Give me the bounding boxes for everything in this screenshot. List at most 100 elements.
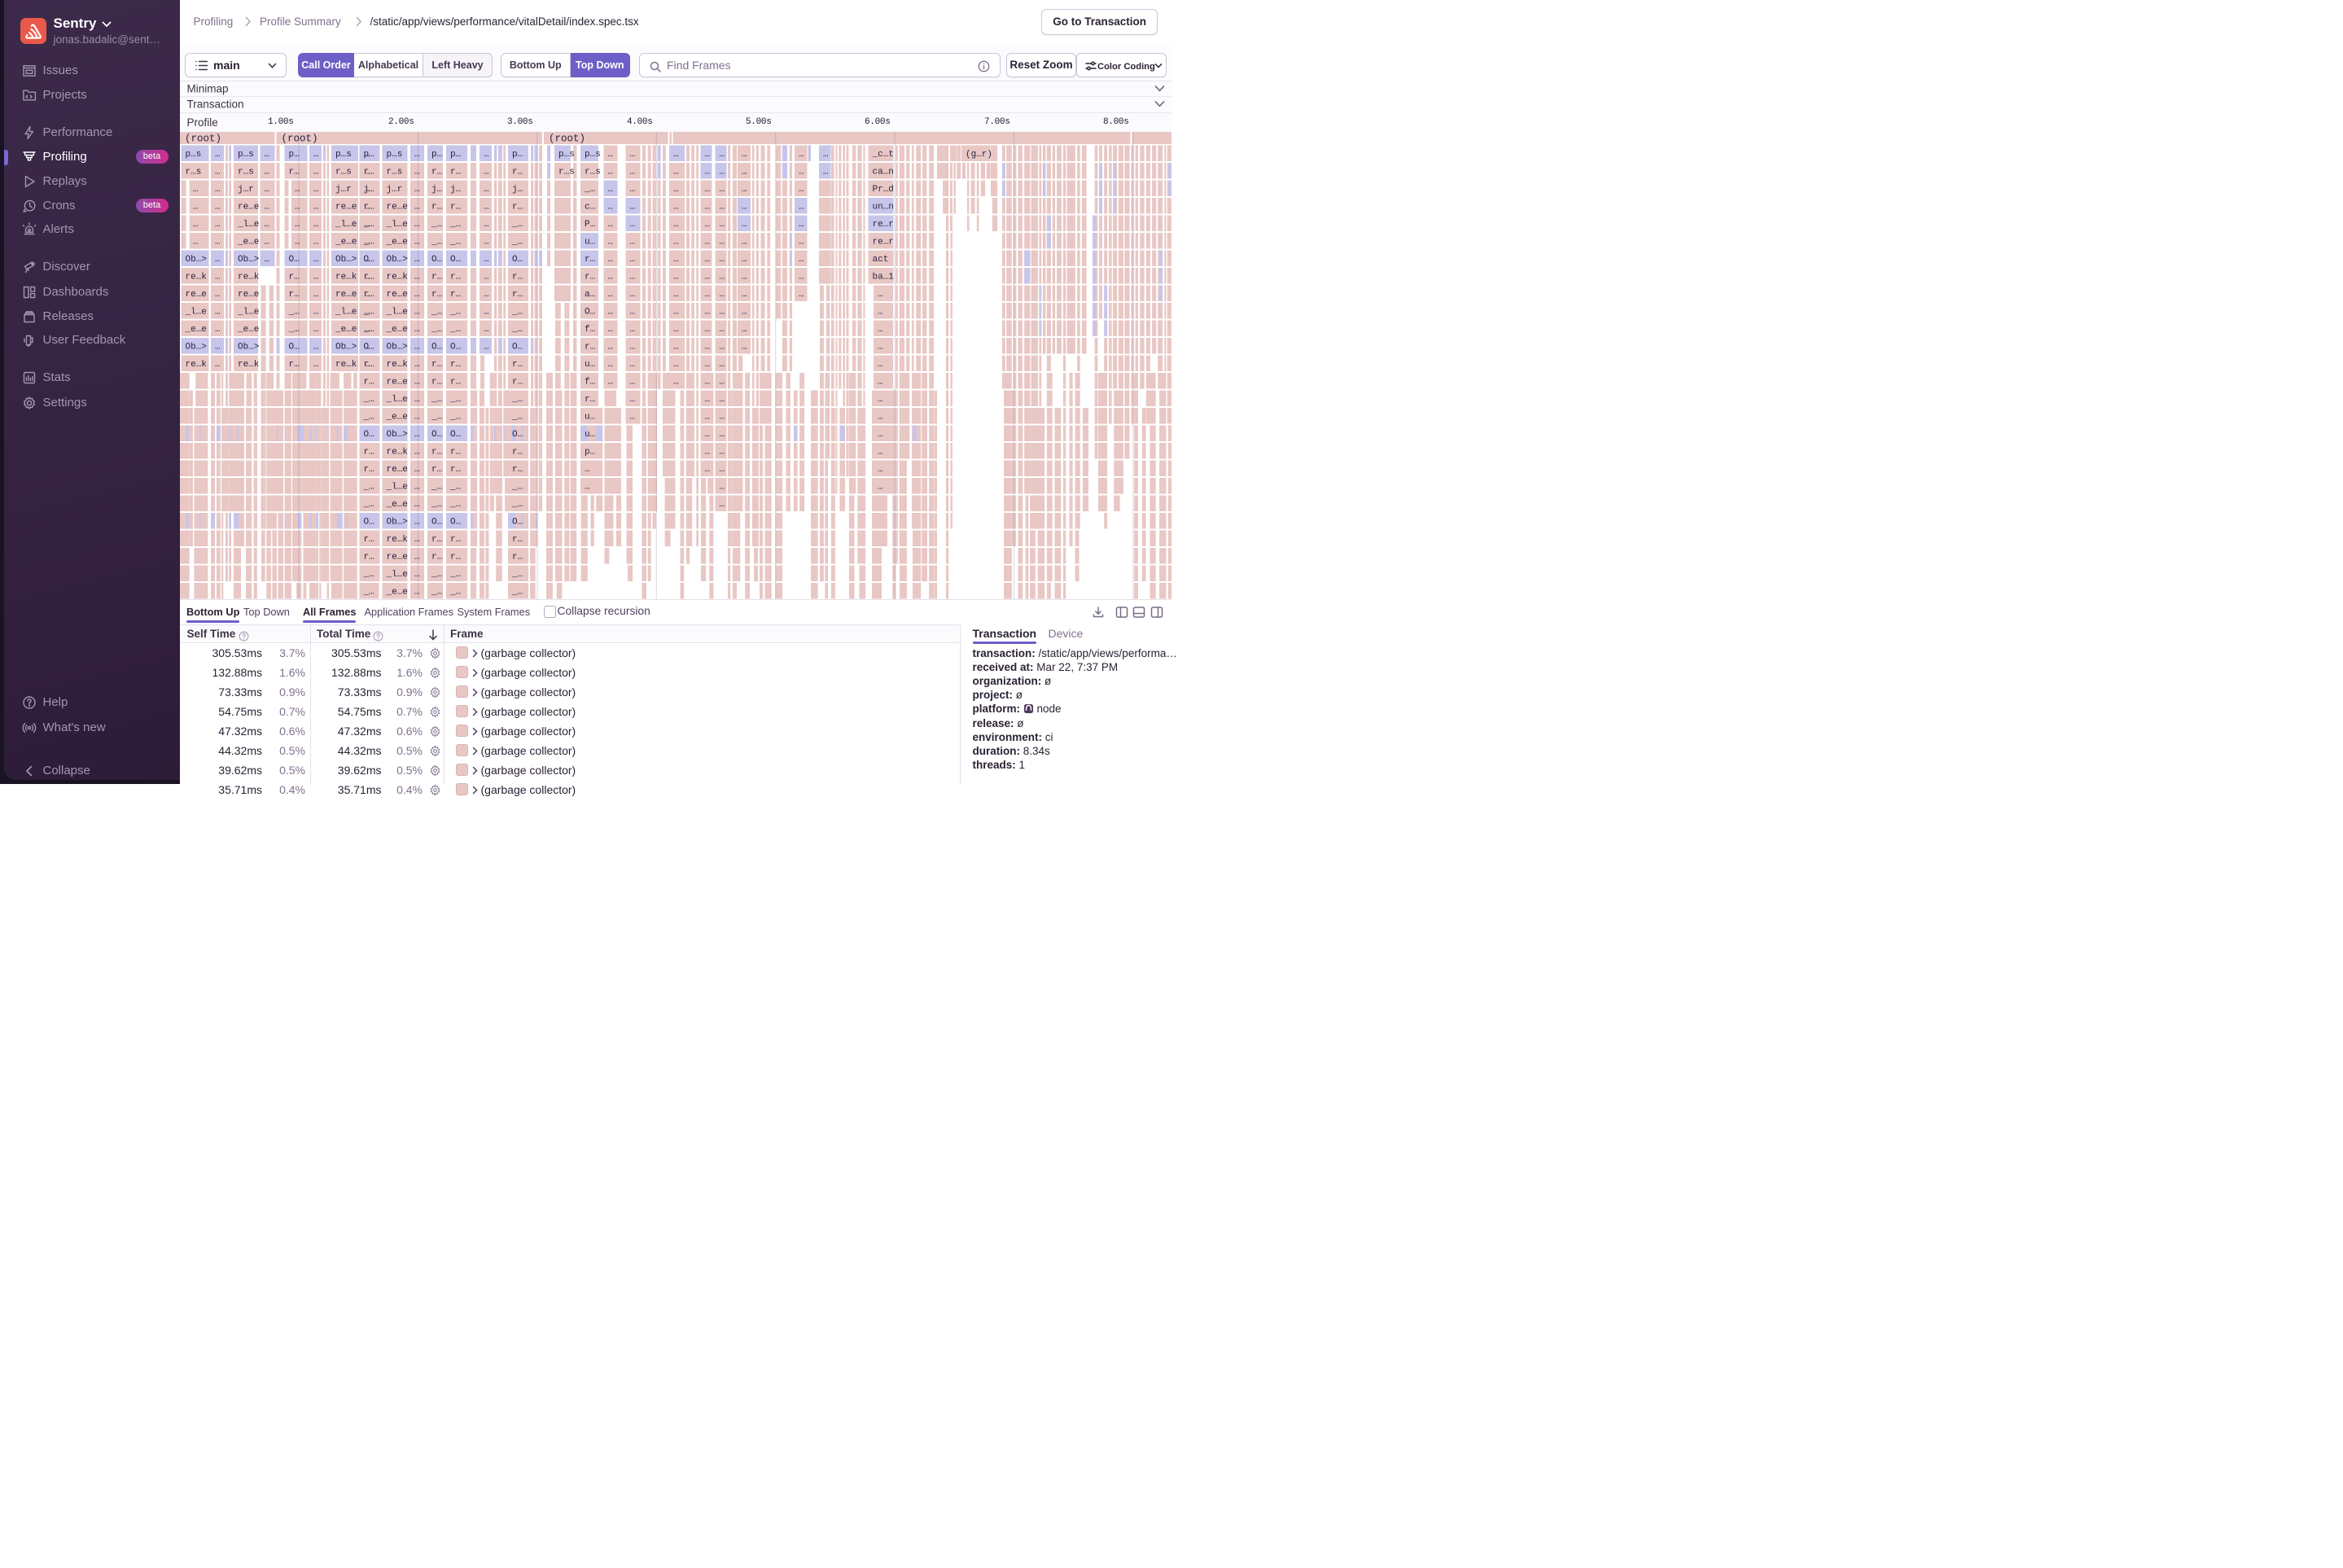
svg-text:…: … bbox=[719, 377, 725, 387]
svg-text:…: … bbox=[607, 202, 613, 212]
svg-text:re…k: re…k bbox=[238, 272, 260, 282]
svg-text:…: … bbox=[215, 272, 221, 282]
svg-text:…: … bbox=[878, 412, 883, 422]
svg-text:…: … bbox=[607, 167, 613, 177]
svg-text:…: … bbox=[673, 307, 679, 317]
svg-text:_…: _… bbox=[362, 220, 374, 230]
svg-text:_…: _… bbox=[362, 587, 374, 597]
svg-text:…: … bbox=[719, 465, 725, 475]
svg-text:…: … bbox=[878, 447, 883, 457]
svg-text:_l…e: _l…e bbox=[335, 307, 357, 317]
svg-text:O…: O… bbox=[363, 517, 374, 527]
svg-text:…: … bbox=[414, 447, 420, 457]
svg-text:…: … bbox=[215, 150, 221, 160]
svg-text:r…: r… bbox=[363, 272, 374, 282]
svg-text:…: … bbox=[585, 465, 590, 475]
svg-text:…: … bbox=[607, 272, 613, 282]
svg-text:…: … bbox=[629, 237, 635, 247]
svg-text:…: … bbox=[313, 237, 319, 247]
svg-text:r…: r… bbox=[512, 290, 523, 300]
svg-text:(root): (root) bbox=[185, 133, 221, 144]
svg-text:…: … bbox=[215, 220, 221, 230]
svg-text:…: … bbox=[414, 395, 420, 405]
svg-text:…: … bbox=[607, 185, 613, 195]
svg-text:r…: r… bbox=[450, 290, 461, 300]
svg-text:…: … bbox=[607, 290, 613, 300]
svg-text:…: … bbox=[313, 307, 319, 317]
svg-text:…: … bbox=[719, 482, 725, 492]
svg-text:…: … bbox=[484, 307, 489, 317]
svg-text:_…: _… bbox=[431, 412, 442, 422]
svg-text:_e…e: _e…e bbox=[385, 500, 407, 510]
svg-text:…: … bbox=[215, 255, 221, 265]
svg-text:_l…e: _l…e bbox=[237, 307, 259, 317]
svg-text:j…: j… bbox=[363, 185, 374, 195]
svg-text:…: … bbox=[294, 202, 300, 212]
svg-text:…: … bbox=[719, 237, 725, 247]
svg-text:…: … bbox=[673, 237, 679, 247]
svg-text:…: … bbox=[215, 185, 221, 195]
svg-text:…: … bbox=[673, 185, 679, 195]
svg-text:…: … bbox=[414, 237, 420, 247]
svg-text:…: … bbox=[192, 220, 198, 230]
svg-text:…: … bbox=[799, 220, 804, 230]
svg-text:…: … bbox=[719, 167, 725, 177]
svg-text:…: … bbox=[607, 342, 613, 352]
svg-text:…: … bbox=[719, 307, 725, 317]
svg-text:_…: _… bbox=[362, 237, 374, 247]
svg-text:…: … bbox=[878, 360, 883, 370]
svg-text:r…s: r…s bbox=[386, 167, 402, 177]
svg-text:_…: _… bbox=[362, 325, 374, 335]
svg-text:…: … bbox=[414, 185, 420, 195]
svg-text:O…: O… bbox=[288, 342, 299, 352]
svg-text:r…: r… bbox=[431, 447, 442, 457]
svg-text:re…k: re…k bbox=[238, 360, 260, 370]
svg-text:…: … bbox=[629, 167, 635, 177]
svg-text:…: … bbox=[704, 150, 710, 160]
svg-text:…: … bbox=[704, 342, 710, 352]
svg-text:re…e: re…e bbox=[185, 290, 206, 300]
svg-text:re…e: re…e bbox=[386, 552, 407, 562]
svg-text:…: … bbox=[414, 377, 420, 387]
svg-text:re…e: re…e bbox=[386, 202, 407, 212]
svg-text:_…: _… bbox=[362, 482, 374, 492]
svg-text:O…: O… bbox=[585, 307, 595, 317]
svg-text:…: … bbox=[215, 360, 221, 370]
svg-text:p…: p… bbox=[450, 150, 461, 160]
svg-text:r…: r… bbox=[450, 465, 461, 475]
svg-text:j…: j… bbox=[512, 185, 523, 195]
svg-text:…: … bbox=[414, 342, 420, 352]
svg-text:re…k: re…k bbox=[386, 535, 408, 545]
svg-text:…: … bbox=[673, 290, 679, 300]
svg-text:_…: _… bbox=[431, 307, 442, 317]
svg-text:…: … bbox=[484, 150, 489, 160]
svg-text:O…: O… bbox=[431, 430, 442, 440]
svg-text:…: … bbox=[313, 167, 319, 177]
svg-text:r…: r… bbox=[363, 202, 374, 212]
svg-text:…: … bbox=[704, 447, 710, 457]
svg-text:(g…r): (g…r) bbox=[966, 150, 992, 160]
svg-text:r…: r… bbox=[431, 290, 442, 300]
svg-text:un…n: un…n bbox=[872, 202, 893, 212]
svg-text:…: … bbox=[414, 167, 420, 177]
svg-text:…: … bbox=[799, 255, 804, 265]
svg-text:…: … bbox=[799, 290, 804, 300]
svg-text:_l…e: _l…e bbox=[335, 220, 357, 230]
svg-text:…: … bbox=[313, 202, 319, 212]
svg-text:…: … bbox=[719, 412, 725, 422]
svg-text:…: … bbox=[878, 377, 883, 387]
svg-text:r…: r… bbox=[288, 360, 299, 370]
svg-text:…: … bbox=[878, 307, 883, 317]
svg-text:_…: _… bbox=[449, 570, 461, 580]
svg-text:_…: _… bbox=[287, 325, 299, 335]
svg-text:…: … bbox=[607, 325, 613, 335]
svg-text:_…: _… bbox=[584, 185, 595, 195]
svg-text:…: … bbox=[673, 255, 679, 265]
svg-text:r…: r… bbox=[512, 552, 523, 562]
svg-text:p…: p… bbox=[585, 447, 595, 457]
svg-text:_…: _… bbox=[431, 587, 442, 597]
svg-text:_…: _… bbox=[362, 307, 374, 317]
svg-text:…: … bbox=[484, 325, 489, 335]
svg-text:r…: r… bbox=[363, 552, 374, 562]
svg-text:…: … bbox=[673, 202, 679, 212]
